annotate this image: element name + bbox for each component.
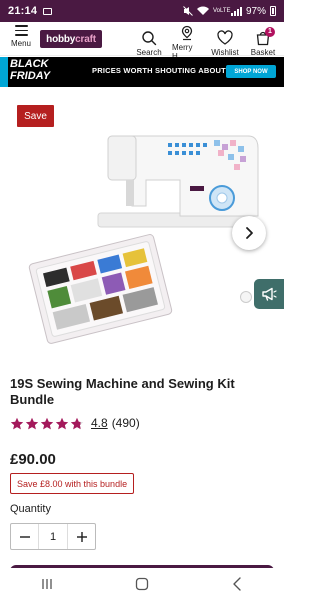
logo-text-hobby: hobby <box>46 33 76 45</box>
header-actions: Search Merry H... Wishlist <box>134 25 278 61</box>
home-button[interactable] <box>127 572 157 596</box>
basket-count-badge: 1 <box>265 26 275 37</box>
store-locator-button[interactable]: Merry H... <box>172 25 202 61</box>
wifi-icon <box>196 6 209 15</box>
product-rating[interactable]: 4.8 (490) <box>10 416 140 430</box>
star-icon <box>55 417 69 429</box>
wishlist-button[interactable]: Wishlist <box>210 25 240 61</box>
quantity-stepper: 1 <box>10 523 96 550</box>
quantity-decrease-button[interactable] <box>11 524 38 549</box>
star-icon <box>40 417 54 429</box>
quantity-increase-button[interactable] <box>68 524 95 549</box>
menu-button[interactable]: Menu <box>8 25 34 48</box>
basket-button[interactable]: 1 Basket <box>248 25 278 61</box>
plus-icon <box>76 531 87 542</box>
basket-icon-wrap: 1 <box>255 26 275 46</box>
rating-stars <box>10 417 84 430</box>
search-button[interactable]: Search <box>134 25 164 61</box>
battery-percent: 97% <box>245 5 266 17</box>
back-button[interactable] <box>222 572 252 596</box>
quantity-value[interactable]: 1 <box>38 524 68 549</box>
status-bar: 21:14 VoLTE 97% <box>0 0 284 22</box>
product-title: 19S Sewing Machine and Sewing Kit Bundle <box>10 376 235 407</box>
home-icon <box>135 577 149 591</box>
recent-apps-button[interactable] <box>32 572 62 596</box>
megaphone-icon <box>262 287 277 301</box>
status-time: 21:14 <box>8 5 38 17</box>
quantity-label: Quantity <box>10 503 51 515</box>
system-nav-bar <box>0 568 284 600</box>
notification-icon <box>43 7 53 15</box>
star-icon <box>70 417 84 429</box>
carousel-next-button[interactable] <box>232 216 266 250</box>
battery-icon <box>270 6 276 16</box>
minus-icon <box>19 535 30 538</box>
logo-text-craft: craft <box>75 33 96 45</box>
heart-icon <box>217 29 233 45</box>
megaphone-icon <box>0 57 8 87</box>
bundle-saving-badge: Save £8.00 with this bundle <box>10 473 135 494</box>
banner-text: PRICES WORTH SHOUTING ABOUT <box>92 66 226 75</box>
app-root: 21:14 VoLTE 97% Menu hobby craft Search … <box>0 0 284 600</box>
status-icons: VoLTE 97% <box>183 6 276 17</box>
network-label: VoLTE <box>212 8 231 14</box>
star-icon <box>10 417 24 429</box>
back-icon <box>232 577 241 591</box>
save-badge: Save <box>17 105 54 127</box>
hamburger-icon <box>14 25 28 36</box>
wishlist-label: Wishlist <box>211 47 239 57</box>
menu-label: Menu <box>10 39 31 48</box>
star-icon <box>25 417 39 429</box>
search-icon <box>142 30 157 45</box>
product-image-carousel[interactable]: Save <box>0 88 284 358</box>
site-header: Menu hobbycraft Search Merry H... <box>0 22 284 61</box>
review-count: (490) <box>111 416 140 430</box>
shop-now-button[interactable]: SHOP NOW <box>226 65 276 78</box>
signal-icon <box>230 6 242 16</box>
feedback-button[interactable] <box>254 279 284 309</box>
carousel-indicator[interactable] <box>240 291 252 303</box>
banner-headline: BLACK FRIDAY <box>10 58 50 82</box>
recents-icon <box>42 579 52 589</box>
basket-label: Basket <box>250 47 276 57</box>
search-label: Search <box>136 47 162 57</box>
location-pin-icon <box>181 25 193 41</box>
banner-line2: FRIDAY <box>10 70 51 82</box>
product-price: £90.00 <box>10 451 56 468</box>
banner-line1: BLACK <box>10 58 49 70</box>
black-friday-banner[interactable]: BLACK FRIDAY PRICES WORTH SHOUTING ABOUT… <box>0 57 284 87</box>
rating-value[interactable]: 4.8 <box>91 416 108 430</box>
mute-icon <box>183 6 193 16</box>
hobbycraft-logo[interactable]: hobby craft <box>40 30 102 48</box>
chevron-right-icon <box>246 227 253 239</box>
